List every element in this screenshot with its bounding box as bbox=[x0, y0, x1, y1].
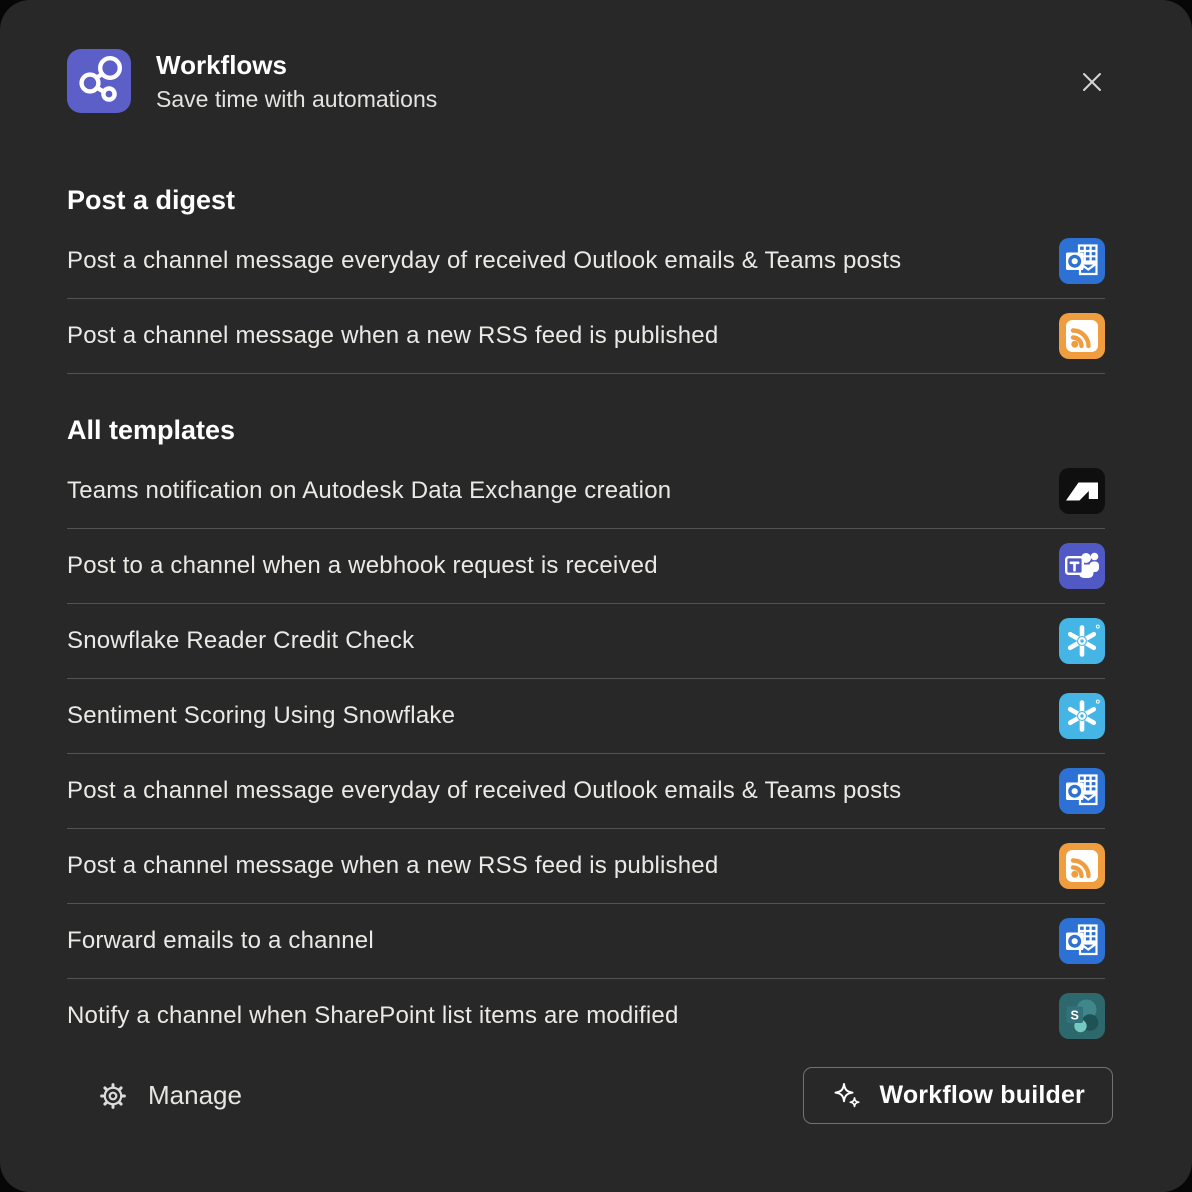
template-row-sharepoint[interactable]: Notify a channel when SharePoint list it… bbox=[67, 979, 1105, 1053]
snowflake-icon bbox=[1059, 693, 1105, 739]
close-button[interactable] bbox=[1072, 62, 1112, 102]
section-heading: Post a digest bbox=[67, 184, 1105, 216]
svg-text:S: S bbox=[1071, 1009, 1079, 1023]
rss-icon bbox=[1059, 313, 1105, 359]
template-row-webhook[interactable]: Post to a channel when a webhook request… bbox=[67, 529, 1105, 604]
template-title: Notify a channel when SharePoint list it… bbox=[67, 1002, 689, 1030]
template-row-rss-published[interactable]: Post a channel message when a new RSS fe… bbox=[67, 829, 1105, 904]
dialog-title: Workflows bbox=[156, 50, 437, 80]
section-all-templates: All templates Teams notification on Auto… bbox=[67, 414, 1105, 1053]
manage-label: Manage bbox=[148, 1080, 242, 1111]
template-row-snowflake-credit[interactable]: Snowflake Reader Credit Check bbox=[67, 604, 1105, 679]
template-row-snowflake-sentiment[interactable]: Sentiment Scoring Using Snowflake bbox=[67, 679, 1105, 754]
outlook-icon bbox=[1059, 768, 1105, 814]
workflows-app-icon bbox=[67, 49, 131, 113]
workflows-dialog: Workflows Save time with automations Pos… bbox=[0, 0, 1192, 1192]
template-title: Forward emails to a channel bbox=[67, 927, 384, 955]
section-heading: All templates bbox=[67, 414, 1105, 446]
template-row-autodesk[interactable]: Teams notification on Autodesk Data Exch… bbox=[67, 454, 1105, 529]
workflow-builder-button[interactable]: Workflow builder bbox=[803, 1067, 1113, 1124]
outlook-icon bbox=[1059, 238, 1105, 284]
template-title: Teams notification on Autodesk Data Exch… bbox=[67, 477, 681, 505]
template-row-forward-emails[interactable]: Forward emails to a channel bbox=[67, 904, 1105, 979]
gear-icon bbox=[98, 1081, 128, 1111]
dialog-subtitle: Save time with automations bbox=[156, 86, 437, 112]
templates-content: Post a digest Post a channel message eve… bbox=[0, 184, 1192, 1053]
outlook-icon bbox=[1059, 918, 1105, 964]
workflow-share-icon bbox=[67, 49, 131, 113]
header-text: Workflows Save time with automations bbox=[156, 50, 437, 112]
close-icon bbox=[1075, 65, 1109, 99]
template-row-rss-digest[interactable]: Post a channel message when a new RSS fe… bbox=[67, 299, 1105, 374]
teams-icon bbox=[1059, 543, 1105, 589]
template-title: Post a channel message when a new RSS fe… bbox=[67, 322, 728, 350]
manage-button[interactable]: Manage bbox=[98, 1080, 242, 1111]
autodesk-icon bbox=[1059, 468, 1105, 514]
workflow-builder-label: Workflow builder bbox=[879, 1081, 1085, 1110]
section-post-a-digest: Post a digest Post a channel message eve… bbox=[67, 184, 1105, 374]
dialog-footer: Manage Workflow builder bbox=[67, 1067, 1113, 1124]
template-title: Post a channel message everyday of recei… bbox=[67, 247, 911, 275]
template-row-outlook-everyday[interactable]: Post a channel message everyday of recei… bbox=[67, 754, 1105, 829]
template-row-outlook-digest[interactable]: Post a channel message everyday of recei… bbox=[67, 224, 1105, 299]
snowflake-icon bbox=[1059, 618, 1105, 664]
rss-icon bbox=[1059, 843, 1105, 889]
template-title: Post a channel message when a new RSS fe… bbox=[67, 852, 728, 880]
template-title: Snowflake Reader Credit Check bbox=[67, 627, 424, 655]
sparkle-icon bbox=[831, 1080, 863, 1112]
sharepoint-icon: S bbox=[1059, 993, 1105, 1039]
dialog-header: Workflows Save time with automations bbox=[0, 48, 1192, 114]
template-title: Post a channel message everyday of recei… bbox=[67, 777, 911, 805]
template-title: Sentiment Scoring Using Snowflake bbox=[67, 702, 465, 730]
template-title: Post to a channel when a webhook request… bbox=[67, 552, 668, 580]
